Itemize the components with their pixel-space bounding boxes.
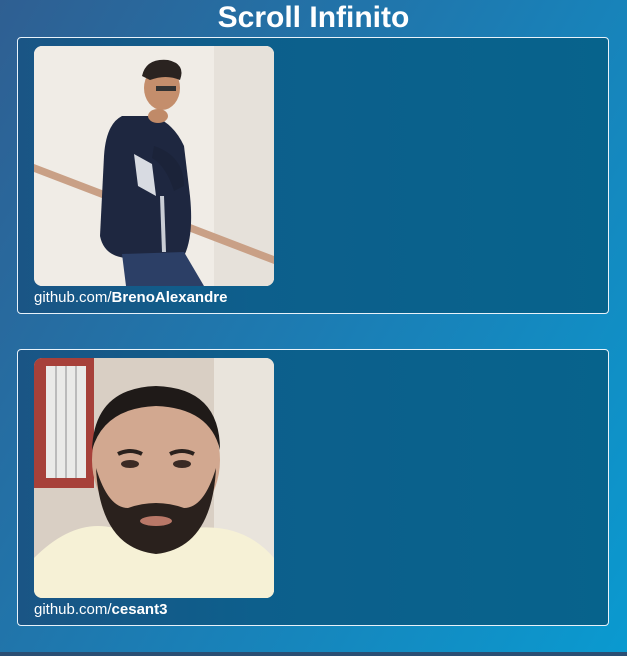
github-username: BrenoAlexandre (111, 289, 228, 306)
profile-photo[interactable] (34, 46, 274, 286)
github-profile-link[interactable]: github.com/cesant3 (34, 601, 167, 618)
page-bottom-edge (0, 652, 627, 656)
page-title: Scroll Infinito (217, 1, 410, 34)
profile-photo[interactable] (34, 358, 274, 598)
github-username: cesant3 (111, 601, 168, 618)
github-profile-link[interactable]: github.com/BrenoAlexandre (34, 289, 227, 306)
profile-photo-image (34, 46, 274, 286)
profile-photo-image (34, 358, 274, 598)
github-link-prefix: github.com/ (34, 289, 112, 306)
github-link-prefix: github.com/ (34, 601, 112, 618)
profile-card: github.com/BrenoAlexandre (17, 37, 609, 314)
profile-card: github.com/cesant3 (17, 349, 609, 626)
